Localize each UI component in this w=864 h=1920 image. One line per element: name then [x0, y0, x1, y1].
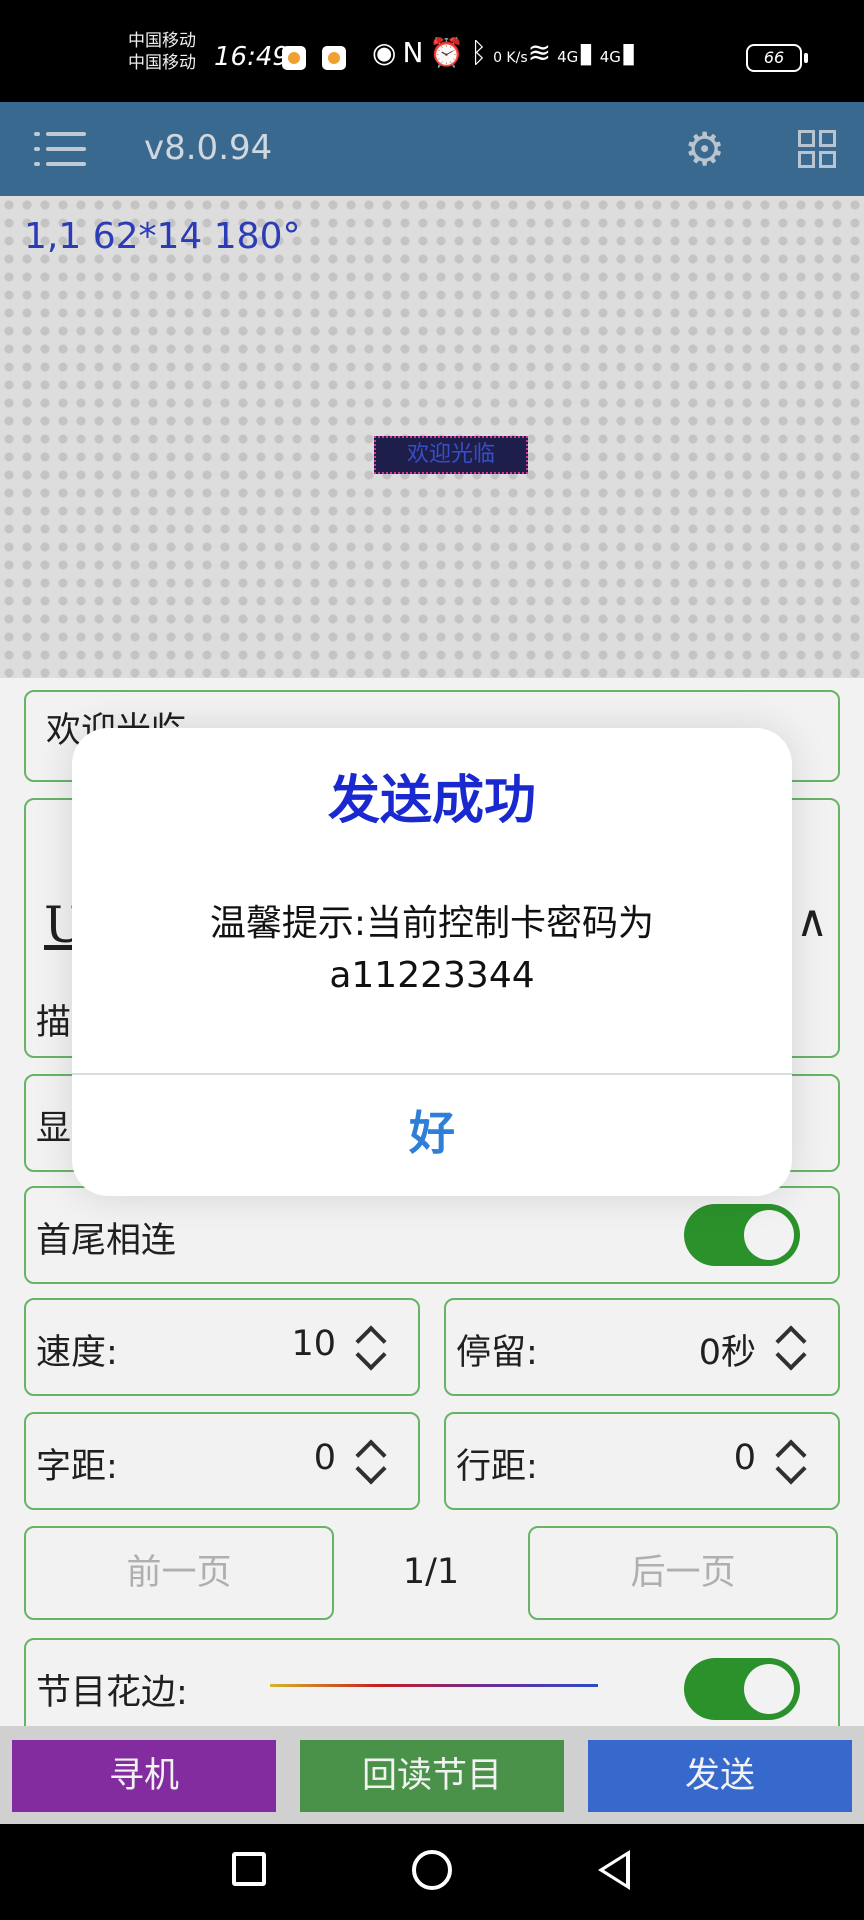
notification-icon — [282, 46, 306, 70]
signal-icon: ▮ — [578, 36, 600, 69]
back-icon[interactable] — [598, 1850, 630, 1890]
notification-icon — [322, 46, 346, 70]
status-bar: 中国移动 中国移动 16:49 ◉N⏰ᛒ0 K/s≋4G▮4G▮ 66 — [0, 0, 864, 102]
dialog-title: 发送成功 — [327, 771, 536, 831]
dialog-message: 温馨提示:当前控制卡密码为 a11223344 — [112, 898, 752, 1002]
recent-apps-icon[interactable] — [232, 1852, 266, 1886]
bluetooth-icon: ᛒ — [470, 36, 494, 69]
network-type-1: 4G — [557, 48, 579, 66]
dialog-ok-button[interactable]: 好 — [72, 1078, 792, 1188]
dialog-message-line-1: 温馨提示:当前控制卡密码为 — [209, 903, 655, 944]
status-icons: ◉N⏰ᛒ0 K/s≋4G▮4G▮ — [372, 36, 642, 69]
dialog-divider — [72, 1073, 792, 1075]
wifi-icon: ≋ — [527, 36, 558, 69]
alarm-icon: ⏰ — [429, 36, 471, 69]
battery-icon: 66 — [746, 44, 808, 72]
carrier-line-1: 中国移动 — [128, 31, 196, 51]
signal-icon: ▮ — [620, 36, 643, 69]
status-time: 16:49 — [214, 42, 289, 72]
nfc-icon: N — [402, 36, 430, 69]
send-success-dialog: 发送成功 温馨提示:当前控制卡密码为 a11223344 好 — [72, 728, 792, 1196]
dialog-message-line-2: a11223344 — [329, 955, 535, 996]
network-type-2: 4G — [599, 48, 621, 66]
home-icon[interactable] — [412, 1850, 452, 1890]
eye-icon: ◉ — [372, 36, 403, 69]
carrier-line-2: 中国移动 — [128, 53, 196, 73]
carrier-label: 中国移动 中国移动 — [128, 30, 196, 74]
net-speed: 0 K/s — [493, 50, 528, 66]
